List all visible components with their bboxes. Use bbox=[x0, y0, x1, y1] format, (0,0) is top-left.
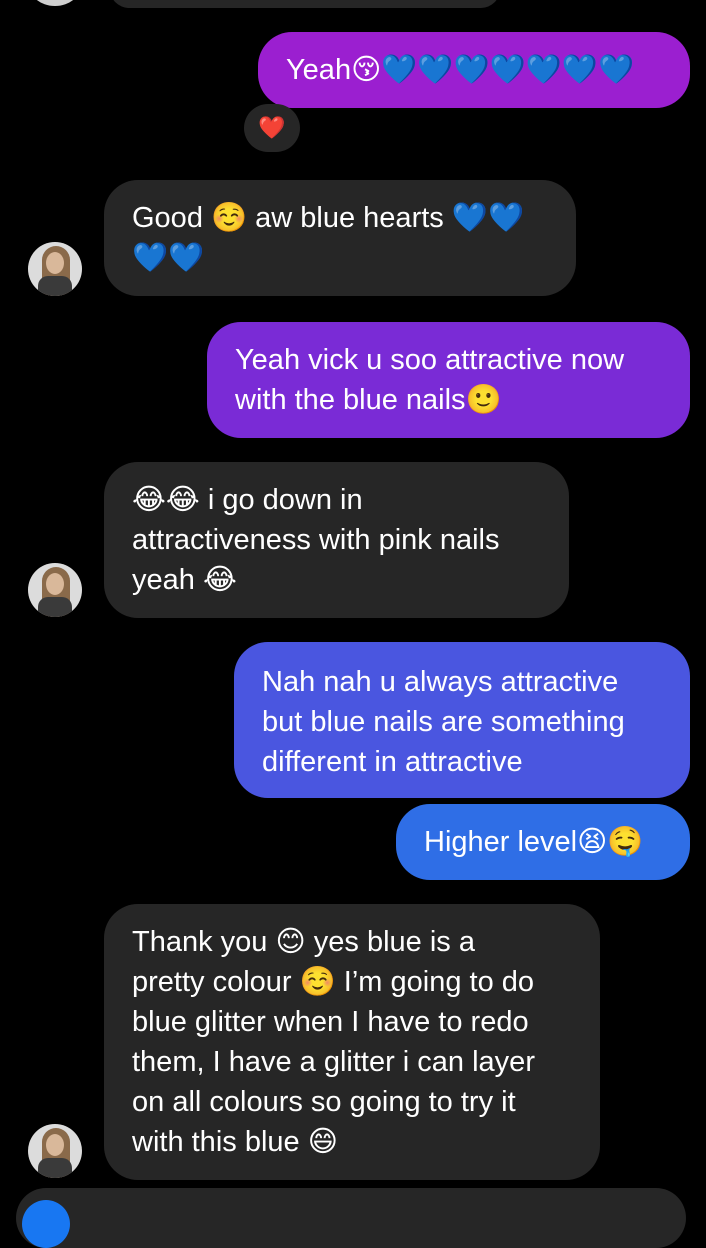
contact-avatar-icon[interactable] bbox=[28, 242, 82, 296]
outgoing-message-bubble[interactable]: Nah nah u always attractive but blue nai… bbox=[234, 642, 690, 798]
previous-avatar-fragment bbox=[28, 0, 82, 6]
outgoing-message-bubble[interactable]: Yeah😚💙💙💙💙💙💙💙 bbox=[258, 32, 690, 108]
previous-message-fragment bbox=[110, 0, 500, 8]
incoming-message-bubble[interactable]: Good ☺️ aw blue hearts 💙💙 💙💙 bbox=[104, 180, 576, 296]
message-thread: Yeah😚💙💙💙💙💙💙💙 ❤️ Good ☺️ aw blue hearts 💙… bbox=[0, 0, 706, 1248]
message-composer[interactable] bbox=[16, 1188, 686, 1248]
heart-reaction-icon[interactable]: ❤️ bbox=[244, 104, 300, 152]
incoming-message-bubble[interactable]: 😂😂 i go down in attractiveness with pink… bbox=[104, 462, 569, 618]
contact-avatar-icon[interactable] bbox=[28, 563, 82, 617]
contact-avatar-icon[interactable] bbox=[28, 1124, 82, 1178]
incoming-message-bubble[interactable]: Thank you 😊 yes blue is a pretty colour … bbox=[104, 904, 600, 1180]
camera-icon[interactable] bbox=[22, 1200, 70, 1248]
outgoing-message-bubble[interactable]: Yeah vick u soo attractive now with the … bbox=[207, 322, 690, 438]
outgoing-message-bubble[interactable]: Higher level😫🤤 bbox=[396, 804, 690, 880]
